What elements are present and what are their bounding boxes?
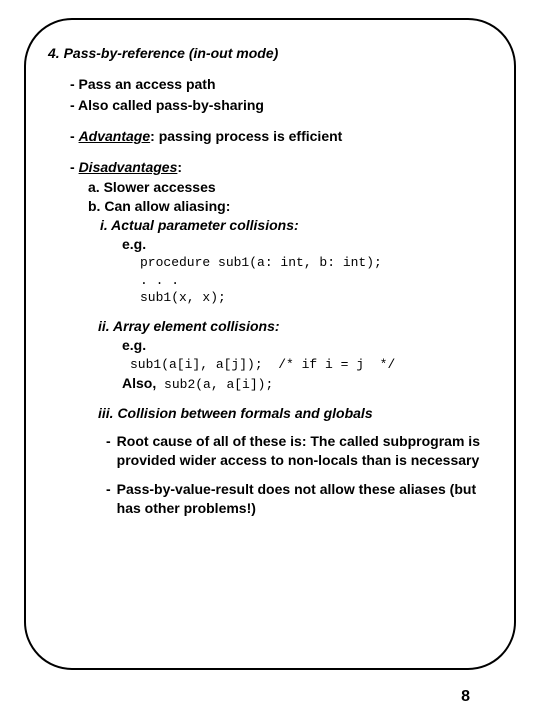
- page-number: 8: [461, 688, 470, 706]
- dash: -: [70, 128, 75, 144]
- ii-code-line1: sub1(a[i], a[j]); /* if i = j */: [130, 354, 492, 374]
- dis-b: b. Can allow aliasing:: [88, 197, 492, 216]
- dis-a: a. Slower accesses: [88, 178, 492, 197]
- slide-title: 4. Pass-by-reference (in-out mode): [48, 44, 492, 63]
- disadvantages-line: - Disadvantages:: [70, 158, 492, 177]
- dash: -: [106, 480, 117, 518]
- pbvr-text: Pass-by-value-result does not allow thes…: [117, 480, 492, 518]
- root-cause-text: Root cause of all of these is: The calle…: [117, 432, 492, 470]
- ii-also-line: Also, sub2(a, a[i]);: [122, 374, 492, 394]
- i-eg: e.g.: [122, 235, 492, 254]
- ii-also: Also,: [122, 375, 156, 391]
- disadvantages-colon: :: [177, 159, 182, 175]
- advantage-text: : passing process is efficient: [150, 128, 342, 144]
- i-code-2: . . .: [140, 272, 492, 290]
- i-heading: i. Actual parameter collisions:: [100, 216, 492, 235]
- iii-heading: iii. Collision between formals and globa…: [98, 404, 492, 423]
- i-code-3: sub1(x, x);: [140, 289, 492, 307]
- bullet-pass-by-sharing: - Also called pass-by-sharing: [70, 96, 492, 115]
- dash: -: [106, 432, 117, 470]
- advantage-line: - Advantage: passing process is efficien…: [70, 127, 492, 146]
- ii-code-2: sub2(a, a[i]);: [156, 377, 273, 392]
- bullet-access-path: - Pass an access path: [70, 75, 492, 94]
- advantage-label: Advantage: [79, 128, 151, 144]
- disadvantages-label: Disadvantages: [79, 159, 178, 175]
- ii-heading: ii. Array element collisions:: [98, 317, 492, 336]
- ii-code-1: sub1(a[i], a[j]); /* if i = j */: [130, 357, 395, 372]
- root-cause-block: - Root cause of all of these is: The cal…: [106, 432, 492, 470]
- pbvr-block: - Pass-by-value-result does not allow th…: [106, 480, 492, 518]
- slide-content: 4. Pass-by-reference (in-out mode) - Pas…: [48, 44, 492, 518]
- ii-eg: e.g.: [122, 336, 492, 355]
- dash: -: [70, 159, 75, 175]
- slide-frame: 4. Pass-by-reference (in-out mode) - Pas…: [24, 18, 516, 670]
- i-code-1: procedure sub1(a: int, b: int);: [140, 254, 492, 272]
